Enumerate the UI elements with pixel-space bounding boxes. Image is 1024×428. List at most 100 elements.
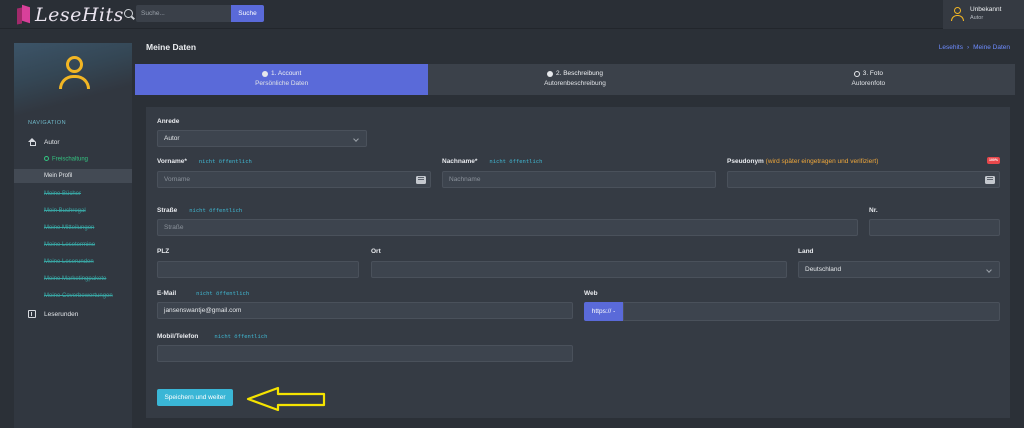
sidebar-item-mein-buchregal[interactable]: Mein Buchregal	[14, 204, 132, 218]
book-icon	[28, 310, 36, 318]
sidebar-item-meine-leserunden[interactable]: Meine Leserunden	[14, 255, 132, 269]
ort-label: Ort	[371, 248, 381, 255]
not-public-hint: nicht öffentlich	[489, 159, 543, 165]
nachname-label: Nachname* nicht öffentlich	[442, 158, 543, 165]
strasse-label: Straße nicht öffentlich	[157, 207, 243, 214]
vorname-label: Vorname* nicht öffentlich	[157, 158, 252, 165]
gear-icon	[44, 155, 49, 161]
nachname-placeholder: Nachname	[449, 176, 481, 183]
pseudonym-field[interactable]	[727, 171, 1000, 188]
sidebar-item-label: Meine Leserunden	[44, 259, 94, 265]
check-circle-icon	[853, 70, 860, 77]
strasse-field[interactable]: Straße	[157, 219, 858, 236]
tab-foto[interactable]: 3. Foto Autorenfoto	[721, 64, 1015, 95]
email-value: jansenswantje@gmail.com	[164, 307, 242, 314]
top-bar: LeseHits Suche Unbekannt Autor	[0, 0, 1024, 29]
chevron-down-icon	[353, 136, 359, 142]
sidebar-item-meine-lesetermine[interactable]: Meine Lesetermine	[14, 238, 132, 252]
user-icon	[951, 7, 964, 21]
sidebar-item-label: Leserunden	[44, 310, 79, 318]
sidebar-item-label: Meine Lesetermine	[44, 242, 96, 248]
sidebar-item-label: Meine Marketingpakete	[44, 276, 107, 282]
user-circle-icon	[261, 70, 268, 77]
step-title: 1. Account	[270, 70, 302, 77]
sidebar-item-label: Meine Mitteilungen	[44, 225, 95, 231]
not-public-hint: nicht öffentlich	[214, 334, 268, 340]
sidebar-item-label: Freischaltung	[52, 156, 89, 163]
progress-badge: 100%	[987, 157, 1000, 164]
sidebar-item-leserunden[interactable]: Leserunden	[14, 307, 132, 321]
wizard-steps: 1. Account Persönliche Daten 2. Beschrei…	[135, 64, 1015, 95]
sidebar-item-mein-profil[interactable]: Mein Profil	[14, 169, 132, 183]
web-label: Web	[584, 290, 598, 297]
search-button[interactable]: Suche	[231, 5, 264, 22]
breadcrumb-home-link[interactable]: Lesehits	[939, 44, 963, 51]
step-subtitle: Autorenbeschreibung	[544, 80, 606, 87]
sidebar-item-autor[interactable]: Autor	[14, 135, 132, 149]
email-label: E-Mail nicht öffentlich	[157, 290, 250, 297]
ort-field[interactable]	[371, 261, 787, 278]
annotation-arrow-icon	[246, 386, 326, 412]
pseudonym-label: Pseudonym (wird später eingetragen und v…	[727, 158, 879, 165]
sidebar-item-meine-coverbewertungen[interactable]: Meine Coverbewertungen	[14, 289, 132, 303]
plz-label: PLZ	[157, 248, 170, 255]
anrede-select[interactable]: Autor	[157, 130, 367, 147]
web-field[interactable]	[623, 302, 1000, 321]
nr-field[interactable]	[869, 219, 1000, 236]
not-public-hint: nicht öffentlich	[196, 291, 250, 297]
keyboard-icon[interactable]	[985, 176, 995, 184]
logo-text: LeseHits	[35, 4, 124, 26]
sidebar-item-label: Mein Profil	[44, 173, 73, 179]
sidebar-item-meine-marketingpakete[interactable]: Meine Marketingpakete	[14, 272, 132, 286]
sidebar-item-meine-mitteilungen[interactable]: Meine Mitteilungen	[14, 221, 132, 235]
sidebar-item-label: Meine Bücher	[44, 191, 82, 197]
avatar-icon	[58, 56, 90, 92]
email-field[interactable]: jansenswantje@gmail.com	[157, 302, 573, 319]
book-logo-icon	[17, 4, 31, 25]
sidebar-item-meine-buecher[interactable]: Meine Bücher	[14, 187, 132, 201]
nav-heading: NAVIGATION	[28, 120, 67, 126]
page-title: Meine Daten	[146, 42, 197, 52]
step-title: 3. Foto	[862, 70, 883, 77]
user-menu[interactable]: Unbekannt Autor	[943, 0, 1024, 29]
anrede-value: Autor	[164, 135, 180, 142]
search-input[interactable]	[136, 5, 231, 22]
vorname-placeholder: Vorname	[164, 176, 191, 183]
land-value: Deutschland	[805, 266, 842, 273]
land-label: Land	[798, 248, 814, 255]
step-subtitle: Persönliche Daten	[255, 80, 309, 87]
logo[interactable]: LeseHits	[17, 4, 124, 26]
tab-beschreibung[interactable]: 2. Beschreibung Autorenbeschreibung	[428, 64, 722, 95]
step-subtitle: Autorenfoto	[851, 80, 886, 87]
land-select[interactable]: Deutschland	[798, 261, 1000, 278]
breadcrumb: Lesehits › Meine Daten	[939, 44, 1010, 51]
chevron-down-icon	[986, 267, 992, 273]
breadcrumb-current: Meine Daten	[973, 44, 1010, 51]
not-public-hint: nicht öffentlich	[198, 159, 252, 165]
home-icon	[28, 138, 37, 146]
plz-field[interactable]	[157, 261, 359, 278]
user-role: Autor	[970, 15, 984, 21]
mobil-field[interactable]	[157, 345, 573, 362]
sidebar-item-label: Meine Coverbewertungen	[44, 293, 113, 299]
mobil-label: Mobil/Telefon nicht öffentlich	[157, 333, 268, 340]
web-prefix: https:// -	[584, 302, 623, 321]
sidebar: NAVIGATION Autor Freischaltung Mein Prof…	[14, 43, 132, 428]
anrede-label: Anrede	[157, 118, 180, 125]
user-circle-icon	[547, 70, 553, 77]
search-icon	[124, 9, 133, 18]
strasse-placeholder: Straße	[164, 224, 184, 231]
sidebar-item-label: Autor	[44, 138, 60, 146]
nr-label: Nr.	[869, 207, 878, 214]
not-public-hint: nicht öffentlich	[189, 208, 243, 214]
breadcrumb-separator: ›	[966, 44, 970, 51]
pseudonym-note: (wird später eingetragen und verifiziert…	[765, 158, 879, 165]
save-and-continue-button[interactable]: Speichern und weiter	[157, 389, 233, 406]
sidebar-item-freischaltung[interactable]: Freischaltung	[14, 152, 132, 166]
step-title: 2. Beschreibung	[556, 70, 603, 77]
tab-account[interactable]: 1. Account Persönliche Daten	[135, 64, 429, 95]
nachname-field[interactable]: Nachname	[442, 171, 716, 188]
keyboard-icon[interactable]	[416, 176, 426, 184]
vorname-field[interactable]: Vorname	[157, 171, 431, 188]
sidebar-item-label: Mein Buchregal	[44, 208, 86, 214]
